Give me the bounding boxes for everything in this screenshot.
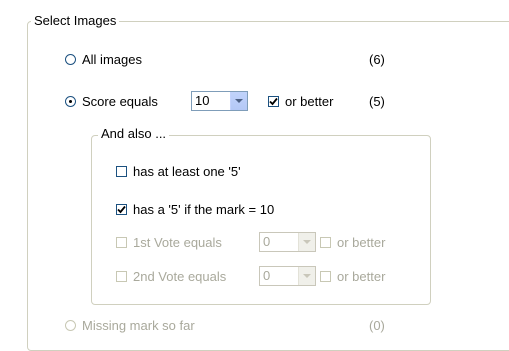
chevron-down-icon[interactable] xyxy=(298,233,315,251)
first-vote-or-better-label: or better xyxy=(337,235,386,250)
has-five-option[interactable]: has at least one '5' xyxy=(116,164,241,179)
all-images-option[interactable]: All images xyxy=(65,52,142,67)
chevron-down-icon[interactable] xyxy=(230,92,247,110)
score-equals-radio[interactable] xyxy=(65,96,76,107)
second-vote-option[interactable]: 2nd Vote equals xyxy=(116,269,226,284)
missing-mark-radio[interactable] xyxy=(65,320,76,331)
score-or-better-label: or better xyxy=(285,94,334,109)
has-five-checkbox[interactable] xyxy=(116,166,127,177)
second-vote-select-value: 0 xyxy=(263,268,271,283)
first-vote-checkbox[interactable] xyxy=(116,237,127,248)
score-equals-option[interactable]: Score equals xyxy=(65,94,158,109)
first-vote-select-value: 0 xyxy=(263,234,271,249)
has-five-if-ten-label: has a '5' if the mark = 10 xyxy=(133,202,275,217)
missing-mark-label: Missing mark so far xyxy=(82,318,195,333)
chevron-down-icon[interactable] xyxy=(298,267,315,285)
all-images-label: All images xyxy=(82,52,142,67)
second-vote-or-better-checkbox[interactable] xyxy=(320,271,331,282)
select-images-legend: Select Images xyxy=(31,13,120,29)
second-vote-or-better-option[interactable]: or better xyxy=(320,269,385,284)
missing-mark-option[interactable]: Missing mark so far xyxy=(65,318,195,333)
score-or-better-option[interactable]: or better xyxy=(268,94,333,109)
first-vote-or-better-checkbox[interactable] xyxy=(320,237,331,248)
second-vote-label: 2nd Vote equals xyxy=(133,269,227,284)
has-five-if-ten-option[interactable]: has a '5' if the mark = 10 xyxy=(116,202,274,217)
score-select-value: 10 xyxy=(195,93,210,108)
score-or-better-checkbox[interactable] xyxy=(268,96,279,107)
missing-mark-count: (0) xyxy=(369,318,385,333)
and-also-legend: And also ... xyxy=(98,126,170,142)
checkmark-icon xyxy=(117,205,126,214)
all-images-radio[interactable] xyxy=(65,54,76,65)
score-equals-label: Score equals xyxy=(82,94,158,109)
second-vote-or-better-label: or better xyxy=(337,269,386,284)
second-vote-checkbox[interactable] xyxy=(116,271,127,282)
first-vote-select[interactable]: 0 xyxy=(259,232,316,252)
second-vote-select[interactable]: 0 xyxy=(259,266,316,286)
checkmark-icon xyxy=(269,97,278,106)
has-five-label: has at least one '5' xyxy=(133,164,241,179)
all-images-count: (6) xyxy=(369,52,385,67)
first-vote-label: 1st Vote equals xyxy=(133,235,222,250)
has-five-if-ten-checkbox[interactable] xyxy=(116,204,127,215)
first-vote-option[interactable]: 1st Vote equals xyxy=(116,235,222,250)
first-vote-or-better-option[interactable]: or better xyxy=(320,235,385,250)
score-select[interactable]: 10 xyxy=(191,91,248,111)
score-count: (5) xyxy=(369,94,385,109)
